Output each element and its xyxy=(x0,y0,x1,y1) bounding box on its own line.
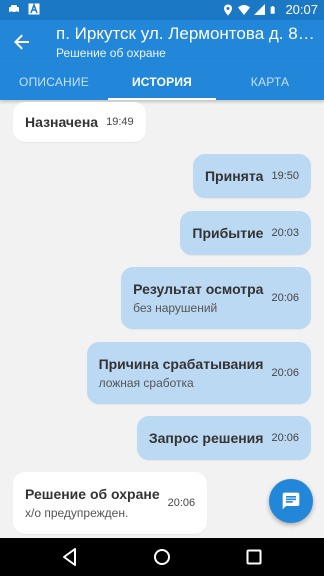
message-time: 20:06 xyxy=(271,432,299,444)
chat-icon xyxy=(282,492,300,510)
message-title: Причина срабатывания xyxy=(98,356,264,372)
message-title: Принята xyxy=(204,168,264,184)
tab-history[interactable]: ИСТОРИЯ xyxy=(108,64,216,100)
system-nav-bar xyxy=(0,538,324,576)
message-title: Запрос решения xyxy=(148,430,264,446)
back-triangle-icon[interactable] xyxy=(60,547,80,567)
message-title: Решение об охране xyxy=(25,486,160,502)
history-message: Результат осмотра без нарушений 20:06 xyxy=(121,267,311,329)
signal-icon xyxy=(254,3,266,15)
tab-description[interactable]: ОПИСАНИЕ xyxy=(0,64,108,100)
history-message: Причина срабатывания ложная сработка 20:… xyxy=(86,342,311,404)
wifi-icon xyxy=(238,4,251,15)
history-message: Принята 19:50 xyxy=(192,154,311,198)
message-title: Результат осмотра xyxy=(133,281,264,297)
recents-square-icon[interactable] xyxy=(244,547,264,567)
history-list[interactable]: Назначена 19:49 Принята 19:50 Прибытие 2… xyxy=(0,100,324,538)
message-detail: х/о предупрежден. xyxy=(25,506,129,520)
message-time: 19:50 xyxy=(271,170,299,182)
page-title: п. Иркутск ул. Лермонтова д. 81... xyxy=(56,24,318,43)
message-time: 19:49 xyxy=(106,116,134,128)
tab-bar: ОПИСАНИЕ ИСТОРИЯ КАРТА xyxy=(0,64,324,100)
status-time: 20:07 xyxy=(285,2,318,17)
history-message: Запрос решения 20:06 xyxy=(136,416,311,460)
taxi-icon xyxy=(9,5,19,14)
message-time: 20:06 xyxy=(271,292,299,304)
home-circle-icon[interactable] xyxy=(152,547,172,567)
message-title: Назначена xyxy=(25,114,99,130)
message-time: 20:06 xyxy=(167,497,196,509)
location-icon xyxy=(224,4,233,15)
message-detail: без нарушений xyxy=(133,301,218,315)
compose-message-button[interactable] xyxy=(269,479,313,523)
message-time: 20:03 xyxy=(271,227,299,239)
battery-icon xyxy=(271,5,276,14)
message-detail: ложная сработка xyxy=(98,376,194,390)
status-bar: 20:07 xyxy=(0,0,324,20)
message-time: 20:06 xyxy=(271,367,299,379)
message-title: Прибытие xyxy=(192,225,264,241)
history-message: Прибытие 20:03 xyxy=(180,211,311,255)
back-arrow-icon[interactable] xyxy=(10,30,34,54)
app-bar: п. Иркутск ул. Лермонтова д. 81... Решен… xyxy=(0,20,324,64)
a-icon xyxy=(28,3,40,15)
page-subtitle: Решение об охране xyxy=(56,46,166,60)
history-message: Решение об охране х/о предупрежден. 20:0… xyxy=(13,472,208,534)
history-message: Назначена 19:49 xyxy=(13,102,146,142)
tab-map[interactable]: КАРТА xyxy=(216,64,324,100)
